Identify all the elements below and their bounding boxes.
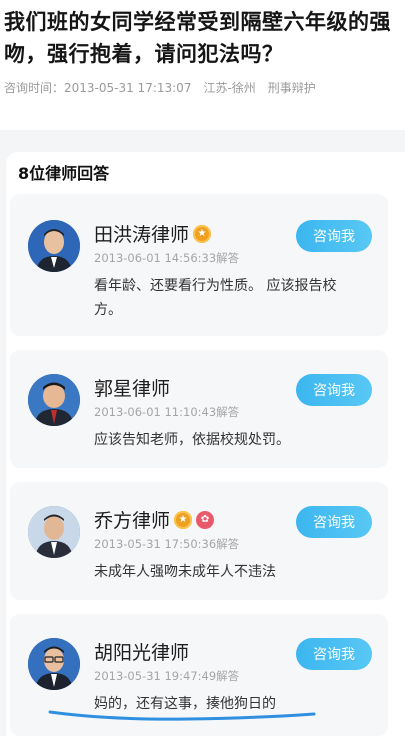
gold-medal-icon: ★ [193, 224, 212, 243]
lawyer-name[interactable]: 胡阳光律师 [94, 638, 189, 665]
answer-text: 未成年人强吻未成年人不违法 [94, 564, 276, 580]
question-title: 我们班的女同学经常受到隔壁六年级的强吻，强行抱着，请问犯法吗？ [4, 10, 391, 66]
question-category[interactable]: 刑事辩护 [268, 79, 316, 96]
answer-card[interactable]: 田洪涛律师 ★ 2013-06-01 14:56:33解答 咨询我 看年龄、还要… [10, 194, 388, 336]
lawyer-name[interactable]: 田洪涛律师 [94, 220, 189, 247]
answer-card[interactable]: 乔方律师 ★ ✿ 2013-05-31 17:50:36解答 咨询我 未成年人强… [10, 482, 388, 600]
consult-button[interactable]: 咨询我 [296, 506, 372, 538]
question-meta: 咨询时间：2013-05-31 17:13:07 江苏-徐州 刑事辩护 [4, 79, 395, 96]
consult-button[interactable]: 咨询我 [296, 374, 372, 406]
answer-time: 2013-06-01 11:10:43解答 [94, 405, 240, 419]
consult-button[interactable]: 咨询我 [296, 638, 372, 670]
answer-time: 2013-05-31 17:50:36解答 [94, 537, 240, 551]
lawyer-name[interactable]: 郭星律师 [94, 374, 170, 401]
question-header: 我们班的女同学经常受到隔壁六年级的强吻，强行抱着，请问犯法吗？ 咨询时间：201… [0, 0, 405, 130]
lawyer-avatar[interactable] [28, 506, 80, 558]
lawyer-avatar[interactable] [28, 638, 80, 690]
lawyer-name[interactable]: 乔方律师 [94, 506, 170, 533]
question-time: 咨询时间：2013-05-31 17:13:07 [4, 81, 192, 95]
answer-time: 2013-05-31 19:47:49解答 [94, 669, 240, 683]
lawyer-avatar[interactable] [28, 220, 80, 272]
answer-text: 看年龄、还要看行为性质。 应该报告校方。 [94, 278, 337, 318]
question-location: 江苏-徐州 [203, 81, 256, 95]
answers-count-title: 8位律师回答 [18, 164, 110, 183]
answer-time: 2013-06-01 14:56:33解答 [94, 251, 240, 265]
consult-button[interactable]: 咨询我 [296, 220, 372, 252]
handwritten-underline [48, 710, 316, 721]
answer-card[interactable]: 郭星律师 2013-06-01 11:10:43解答 咨询我 应该告知老师，依据… [10, 350, 388, 468]
answer-text: 应该告知老师，依据校规处罚。 [94, 432, 290, 448]
lawyer-avatar[interactable] [28, 374, 80, 426]
gold-medal-icon: ★ [174, 510, 193, 529]
certified-badge-icon: ✿ [196, 510, 215, 529]
